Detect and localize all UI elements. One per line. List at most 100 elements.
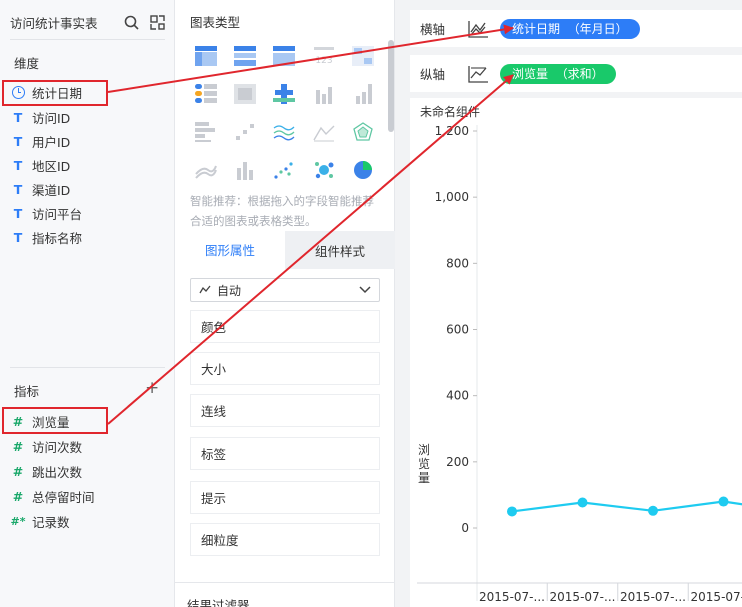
chart-editor-area: 横轴 统计日期 （年月日） 纵轴 浏览量 （求和） 未命名组件 浏览量 1,20… [395,0,742,607]
number-type-icon: # [12,438,24,454]
cross-table-icon[interactable] [234,46,256,66]
y-tick-label: 1,200 [435,124,469,138]
measure-field[interactable]: # 访问次数 [10,435,160,457]
chart-config-panel: 图表类型 123 智能推荐：根据拖入的字段智能推荐合适的图表或表格类型。 图形属… [175,0,395,607]
pie-chart-icon[interactable] [352,160,374,180]
highlight-box-views [2,407,108,434]
heatmap-icon[interactable] [234,84,256,104]
divider [10,367,165,368]
scatter-small-icon[interactable] [234,122,256,142]
detail-table-icon[interactable] [273,46,295,66]
data-point [648,505,658,516]
line-chart-icon[interactable] [273,122,295,142]
y-axis-label: 纵轴 [420,67,446,82]
text-type-icon: T [13,157,23,173]
x-axis-field-pill[interactable]: 统计日期 （年月日） [500,18,640,39]
chart-component[interactable]: 未命名组件 浏览量 1,200 1,000 800 600 400 200 0 2015-07… [410,98,742,607]
dimension-field[interactable]: T 渠道ID [10,178,160,200]
prop-connect-line[interactable]: 连线 [190,394,380,427]
kpi-number-icon[interactable]: 123 [313,46,335,66]
prop-granularity[interactable]: 细粒度 [190,523,380,556]
data-point [718,496,729,507]
field-label: 访问ID [32,110,71,126]
horizontal-bar-icon[interactable] [195,122,217,142]
dimension-field[interactable]: T 访问ID [10,106,160,128]
scatter-chart-icon[interactable] [273,160,295,180]
bubble-chart-icon[interactable] [313,160,335,180]
field-label: 地区ID [32,158,71,174]
area-chart-icon[interactable] [313,122,335,142]
text-type-icon: T [13,181,23,197]
table-title-row: 访问统计事实表 [10,12,165,32]
x-tick-label: 2015-07-... [620,590,686,604]
number-type-icon: # [12,488,24,504]
switch-dataset-icon[interactable] [149,14,165,30]
table-title: 访问统计事实表 [10,15,98,31]
y-tick-label: 1,000 [435,190,469,204]
field-label: 指标名称 [32,230,83,246]
tab-component-style[interactable]: 组件样式 [285,231,395,269]
bar-chart-icon[interactable] [313,84,335,104]
chevron-down-icon [359,286,371,294]
add-measure-icon[interactable]: + [145,380,159,397]
number-type-icon: # [12,463,24,479]
range-area-icon[interactable] [195,160,217,180]
x-tick-label: 2015-07-... [479,590,545,604]
x-axis-row: 横轴 统计日期 （年月日） [410,10,742,47]
record-count-icon: #* [10,514,26,528]
measure-field[interactable]: # 跳出次数 [10,460,160,482]
svg-text:123: 123 [315,56,332,66]
y-tick-label: 200 [446,455,469,469]
data-point [507,506,517,517]
field-panel: 访问统计事实表 维度 统计日期 T 访问ID T 用户ID T 地区ID T 渠… [0,0,175,607]
divider [175,582,395,583]
multi-indicator-icon[interactable] [195,84,217,104]
dimension-field[interactable]: T 地区ID [10,154,160,176]
line-chart: 1,200 1,000 800 600 400 200 0 2015-07-... 2015-0… [417,124,742,604]
stacked-bar-icon[interactable] [352,84,374,104]
bubble-grid-icon[interactable] [273,84,295,104]
property-tabs: 图形属性 组件样式 [175,231,395,269]
search-icon[interactable] [123,14,139,30]
line-chart-small-icon [199,285,211,294]
text-type-icon: T [13,133,23,149]
kpi-card-icon[interactable] [352,46,374,66]
divider [10,39,165,40]
measure-field[interactable]: #* 记录数 [10,510,160,532]
x-axis-label: 横轴 [420,22,446,37]
prop-color[interactable]: 颜色 [190,310,380,343]
y-axis-icon [468,65,488,83]
grouped-bar-icon[interactable] [234,160,256,180]
chart-types-title: 图表类型 [190,15,241,30]
tab-graph-properties[interactable]: 图形属性 [175,231,285,269]
field-label: 渠道ID [32,182,71,198]
y-tick-label: 800 [446,256,469,270]
dimensions-title: 维度 [14,56,40,71]
prop-size[interactable]: 大小 [190,352,380,385]
highlight-box-date [2,80,108,106]
prop-tooltip[interactable]: 提示 [190,481,380,514]
y-tick-label: 400 [446,389,469,403]
y-axis-row: 纵轴 浏览量 （求和） [410,55,742,92]
field-label: 记录数 [32,514,70,530]
table-chart-icon[interactable] [195,46,217,66]
text-type-icon: T [13,109,23,125]
smart-recommend-hint: 智能推荐：根据拖入的字段智能推荐合适的图表或表格类型。 [190,194,374,228]
dimension-field[interactable]: T 指标名称 [10,226,160,248]
radar-chart-icon[interactable] [352,122,374,142]
y-tick-label: 600 [446,323,469,337]
prop-label[interactable]: 标签 [190,437,380,470]
dimension-field[interactable]: T 用户ID [10,130,160,152]
chart-style-select[interactable]: 自动 [190,278,380,302]
field-label: 用户ID [32,134,71,150]
y-tick-label: 0 [461,521,469,535]
dimension-field[interactable]: T 访问平台 [10,202,160,224]
field-label: 总停留时间 [32,489,95,505]
text-type-icon: T [13,205,23,221]
measures-title: 指标 [14,384,40,399]
chart-style-value: 自动 [217,283,242,298]
measure-field[interactable]: # 总停留时间 [10,485,160,507]
data-point [577,497,588,508]
y-axis-field-pill[interactable]: 浏览量 （求和） [500,63,616,84]
chart-types-scrollbar[interactable] [388,40,394,132]
